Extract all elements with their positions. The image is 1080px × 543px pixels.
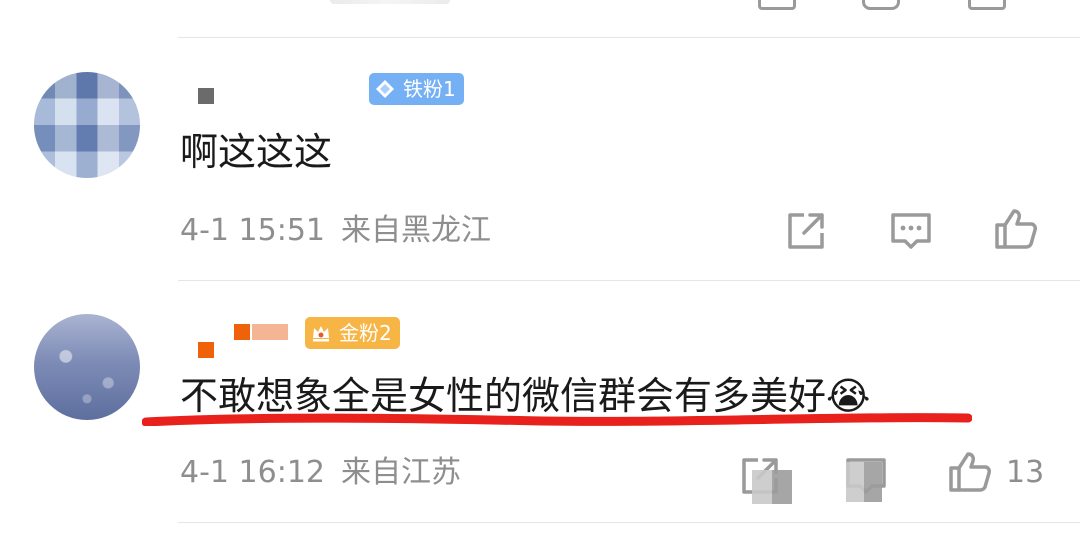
badge-label: 铁粉1 <box>403 77 456 101</box>
comment-text: 啊这这这 <box>180 130 333 174</box>
badge-label: 金粉2 <box>339 321 392 345</box>
comment-meta: 4-1 15:51 来自黑龙江 <box>180 211 491 251</box>
diamond-icon <box>376 80 394 98</box>
share-icon[interactable] <box>758 0 796 10</box>
comment-icon <box>891 213 931 249</box>
like-button[interactable] <box>992 205 1040 253</box>
comment-icon[interactable] <box>862 0 900 10</box>
username-redacted <box>198 88 214 104</box>
like-count: 13 <box>1006 455 1045 490</box>
avatar[interactable] <box>34 72 140 178</box>
username-redacted <box>234 324 250 340</box>
divider <box>178 522 1080 523</box>
comment-time: 4-1 16:12 <box>180 455 325 490</box>
share-button[interactable] <box>782 207 830 255</box>
username-redacted <box>252 324 288 340</box>
divider <box>178 37 1080 38</box>
previous-comment-toolbar <box>0 0 1080 36</box>
thumbs-up-icon <box>995 209 1037 249</box>
redacted-mosaic <box>846 462 882 502</box>
fan-badge[interactable]: 金粉2 <box>305 317 400 349</box>
redacted-mosaic <box>752 470 792 504</box>
highlight-underline <box>142 413 972 426</box>
avatar[interactable] <box>34 314 140 420</box>
crown-icon <box>313 326 329 342</box>
comment-time: 4-1 15:51 <box>180 213 325 248</box>
reply-button[interactable] <box>887 207 935 255</box>
comment-location: 来自江苏 <box>341 455 461 490</box>
username-redacted <box>198 342 214 358</box>
like-button[interactable] <box>946 448 994 496</box>
comment-meta: 4-1 16:12 来自江苏 <box>180 453 461 493</box>
fan-badge[interactable]: 铁粉1 <box>369 73 464 105</box>
thumbs-up-icon <box>949 452 991 492</box>
share-icon <box>788 213 824 249</box>
thumbs-up-icon[interactable] <box>968 0 1006 10</box>
divider <box>178 280 1080 281</box>
previous-comment-meta <box>330 0 450 4</box>
comment-location: 来自黑龙江 <box>341 213 491 248</box>
